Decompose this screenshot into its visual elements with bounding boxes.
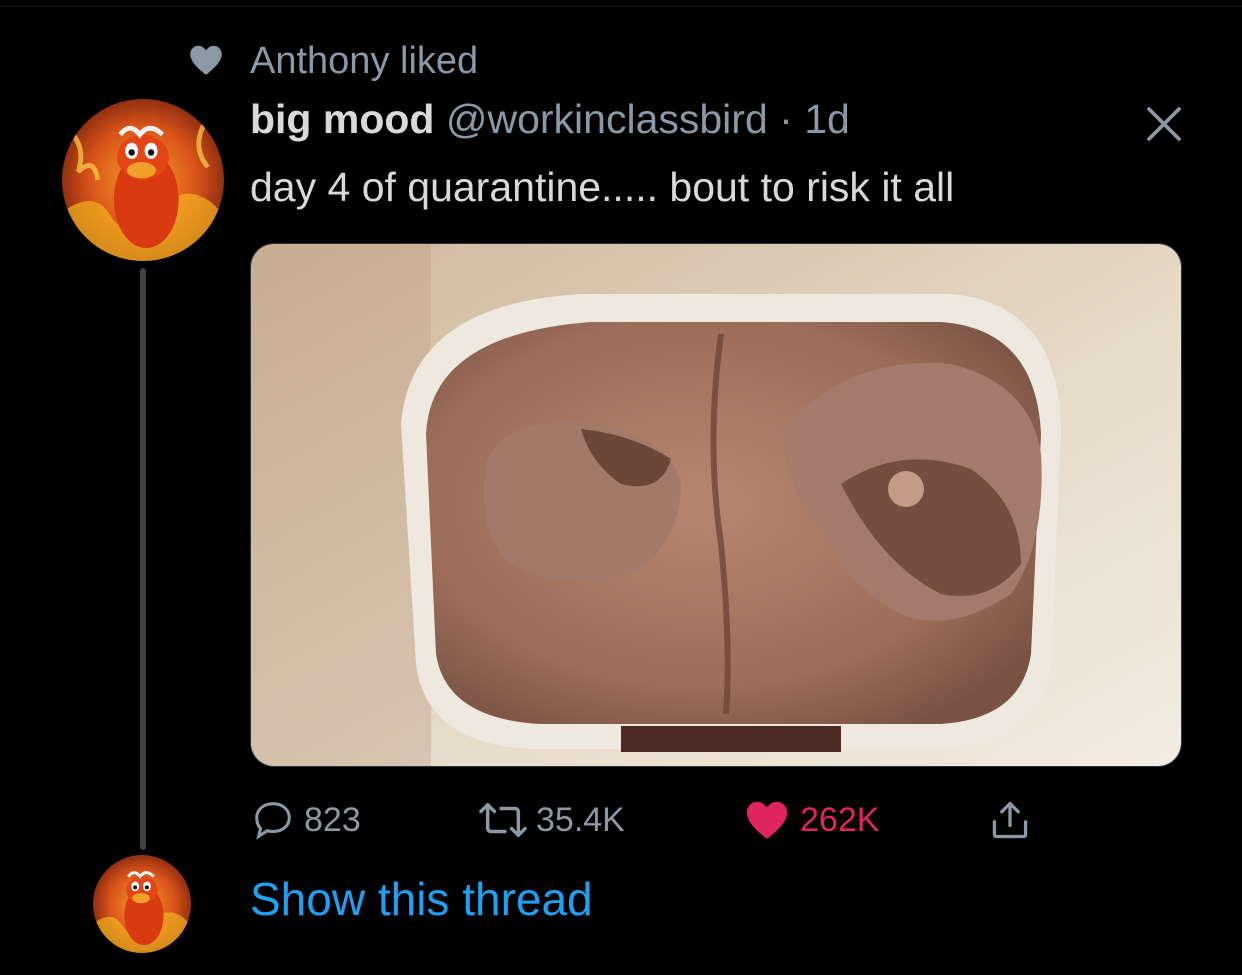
tweet-actions: 823 35.4K 262K [250,790,1150,850]
ice-cream-photo [251,244,1181,766]
tweet-timeline: Anthony liked big mood @workinclassbird … [0,0,1242,975]
thread-connector [140,268,146,850]
author-display-name[interactable]: big mood [250,96,434,142]
retweet-button[interactable]: 35.4K [478,790,625,850]
close-icon[interactable] [1144,104,1184,144]
retweet-icon [479,802,527,838]
top-divider [0,0,1242,7]
header-separator: · [767,96,805,142]
reply-icon [255,802,291,840]
avatar-image [93,855,191,953]
heart-icon [190,45,222,75]
social-context[interactable]: Anthony liked [188,38,478,82]
reply-count: 823 [304,800,361,839]
share-icon [992,801,1028,839]
reply-button[interactable]: 823 [250,790,361,850]
retweet-count: 35.4K [536,800,625,839]
tweet-media-image[interactable] [250,243,1182,767]
thread-author-avatar[interactable] [93,855,191,953]
share-button[interactable] [988,790,1032,850]
author-avatar[interactable] [62,99,224,261]
like-button[interactable]: 262K [742,790,879,850]
social-context-text: Anthony liked [250,40,479,82]
show-thread-link[interactable]: Show this thread [250,872,593,926]
tweet-timestamp[interactable]: 1d [804,96,850,142]
tweet-text: day 4 of quarantine..... bout to risk it… [250,164,955,210]
like-count: 262K [800,800,880,839]
heart-filled-icon [746,801,788,839]
author-handle[interactable]: @workinclassbird [446,96,768,142]
avatar-image [62,99,224,261]
tweet-header: big mood @workinclassbird · 1d [250,96,850,143]
